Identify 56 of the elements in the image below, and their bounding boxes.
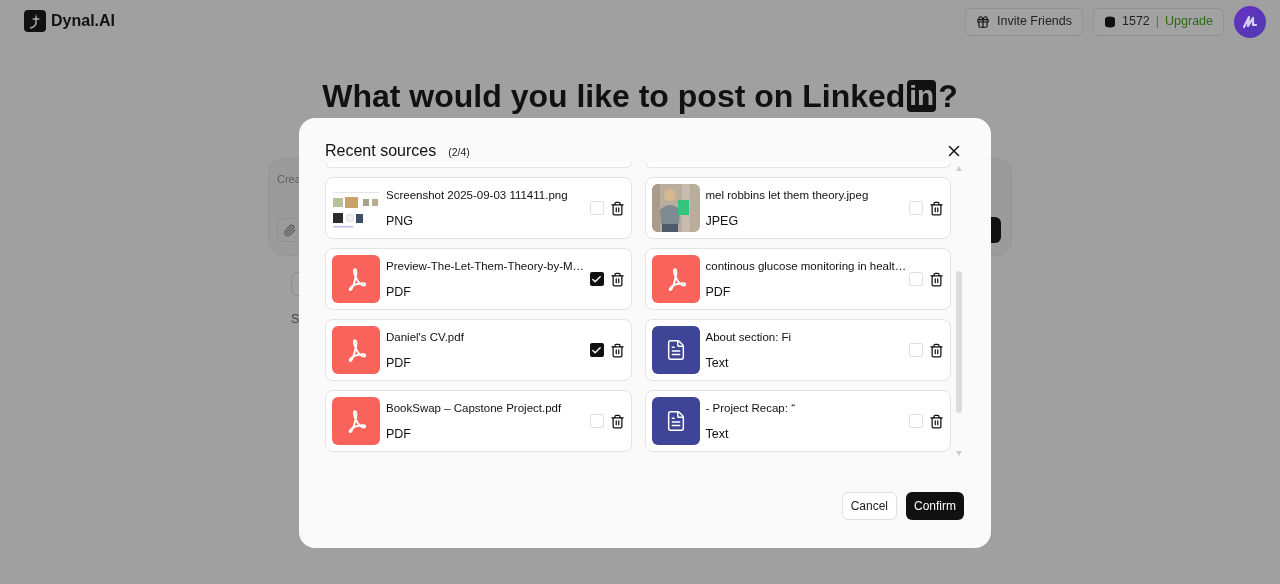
file-name: continous glucose monitoring in healt… (705, 259, 903, 274)
source-card[interactable]: Preview-The-Let-Them-Theory-by-M… PDF (325, 248, 632, 310)
source-card[interactable]: Screenshot 2025-09-03 111411.png PNG (325, 177, 632, 239)
gift-icon (975, 14, 990, 29)
source-card[interactable]: BookSwap – Capstone Project.pdf PDF (325, 390, 632, 452)
delete-icon[interactable] (929, 413, 944, 429)
headline-mark: ? (938, 77, 958, 116)
file-type: PDF (386, 355, 412, 373)
selection-count: (2/4) (448, 145, 470, 160)
delete-icon[interactable] (609, 200, 625, 216)
checkbox[interactable] (909, 201, 923, 215)
file-name: mel robbins let them theory.jpeg (705, 188, 870, 203)
delete-icon[interactable] (929, 271, 944, 287)
file-type: PDF (705, 284, 732, 302)
delete-icon[interactable] (609, 413, 625, 429)
file-type: Text (705, 355, 730, 373)
file-type: PDF (386, 426, 412, 444)
section-label: S (291, 311, 301, 328)
file-name: Daniel's CV.pdf (386, 330, 465, 345)
logo-icon (24, 10, 46, 32)
checkbox[interactable] (589, 414, 604, 428)
confirm-button[interactable]: Confirm (906, 492, 964, 520)
delete-icon[interactable] (609, 342, 625, 358)
checkbox[interactable] (909, 414, 923, 428)
separator: | (1155, 13, 1160, 31)
checkbox[interactable] (589, 343, 604, 357)
file-name: - Project Recap: “ (705, 401, 796, 416)
source-card[interactable]: continous glucose monitoring in healt… PDF (644, 248, 951, 310)
avatar[interactable] (1234, 5, 1266, 38)
file-name: Screenshot 2025-09-03 111411.png (386, 188, 569, 203)
linkedin-badge: in (907, 80, 937, 112)
checkbox[interactable] (589, 201, 604, 215)
file-type: JPEG (705, 213, 740, 231)
logo-text: Dynal.AI (51, 11, 115, 31)
headline: What would you like to post on Linked (322, 77, 906, 116)
file-type: Text (705, 426, 730, 444)
source-card[interactable]: - Project Recap: “ Text (644, 390, 951, 452)
checkbox[interactable] (589, 272, 604, 286)
source-card[interactable]: Daniel's CV.pdf PDF (325, 319, 632, 381)
delete-icon[interactable] (609, 271, 625, 287)
delete-icon[interactable] (929, 342, 944, 358)
credit-count: 1572 (1122, 13, 1150, 31)
file-name: Preview-The-Let-Them-Theory-by-M… (386, 259, 584, 274)
source-card[interactable]: About section: Fi Text (644, 319, 951, 381)
source-card[interactable]: mel robbins let them theory.jpeg JPEG (644, 177, 951, 239)
paperclip-icon (282, 223, 296, 237)
cancel-button[interactable]: Cancel (841, 492, 897, 520)
file-type: PDF (386, 284, 412, 302)
invite-friends-button[interactable]: Invite Friends (964, 7, 1083, 36)
delete-icon[interactable] (929, 200, 944, 216)
checkbox[interactable] (909, 343, 923, 357)
file-type: PNG (386, 213, 415, 231)
file-name: About section: Fi (705, 330, 793, 345)
checkbox[interactable] (909, 272, 923, 286)
dialog-title: Recent sources (325, 141, 437, 161)
file-name: BookSwap – Capstone Project.pdf (386, 401, 563, 416)
